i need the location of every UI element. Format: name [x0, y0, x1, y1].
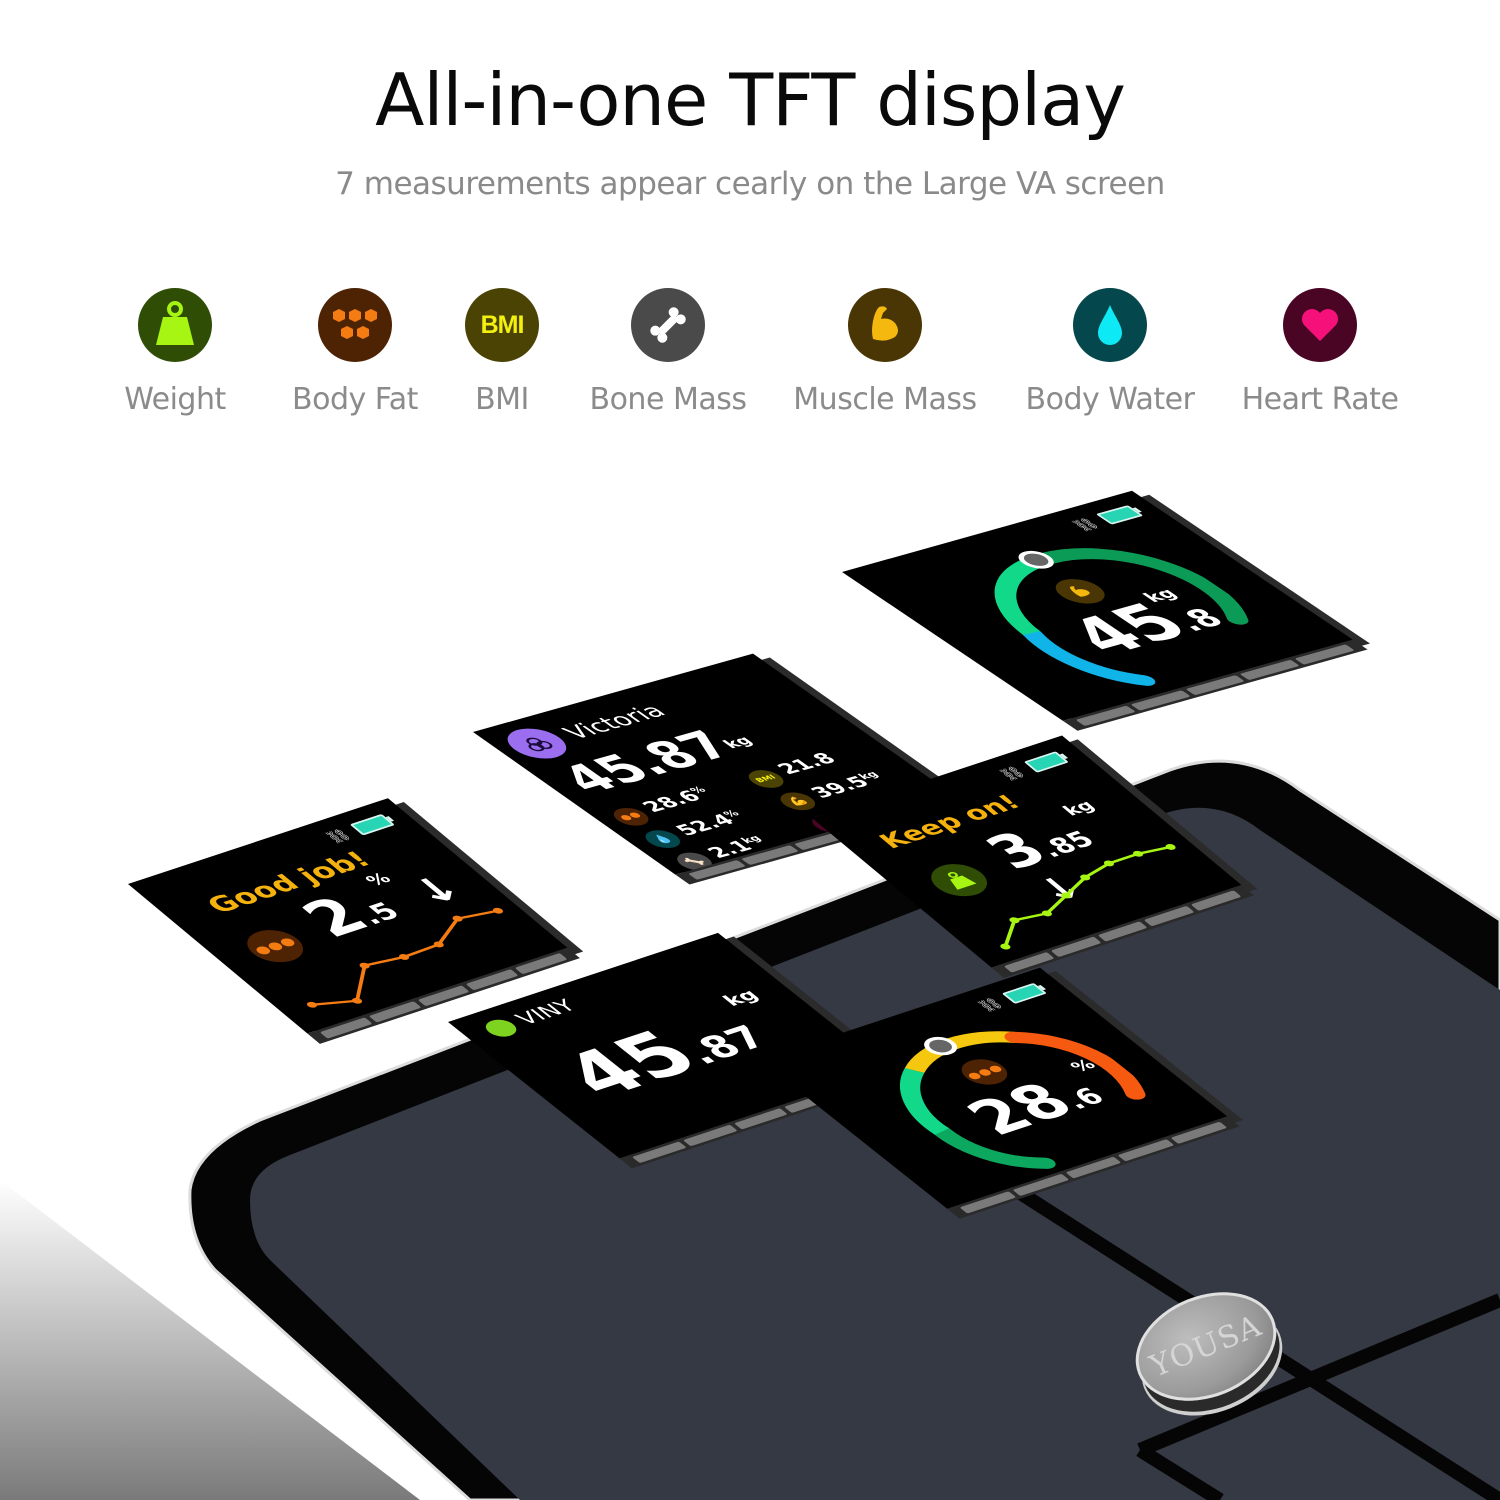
brand-logo: YOUSA: [1145, 1308, 1267, 1385]
weight-value-int: 45: [542, 1018, 720, 1112]
user-name: VINY: [510, 996, 582, 1030]
trend-point: [1000, 943, 1011, 950]
down-arrow-icon: ↓: [398, 867, 476, 914]
battery-icon: [349, 813, 395, 836]
status-bar: ⛓: [321, 813, 396, 845]
status-bar: ⛓: [995, 751, 1070, 783]
battery-icon: [1023, 751, 1069, 773]
link-icon: ⛓: [320, 826, 356, 846]
change-unit: kg: [1058, 797, 1100, 820]
user-avatar-icon: [479, 1016, 523, 1040]
change-unit: %: [361, 869, 396, 890]
weight-unit: kg: [717, 985, 764, 1010]
link-icon: ⛓: [994, 763, 1030, 783]
